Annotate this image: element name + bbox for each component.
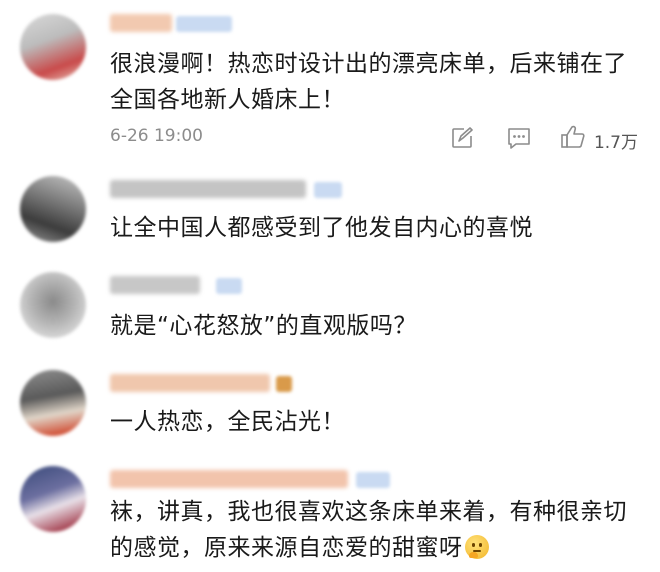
comment-text: 让全中国人都感受到了他发自内心的喜悦 — [110, 215, 533, 241]
comment-icon[interactable] — [506, 126, 532, 154]
comment-text: 很浪漫啊！热恋时设计出的漂亮床单，后来铺在了全国各地新人婚床上！ — [110, 51, 627, 113]
user-badge — [314, 182, 342, 198]
username-blurred[interactable] — [110, 14, 172, 32]
user-badge — [356, 472, 390, 488]
avatar[interactable] — [20, 176, 86, 242]
avatar[interactable] — [20, 466, 86, 532]
comment-text: 袜，讲真，我也很喜欢这条床单来着，有种很亲切的感觉，原来来源自恋爱的甜蜜呀 — [110, 494, 636, 566]
comment-item: 让全中国人都感受到了他发自内心的喜悦 — [0, 170, 660, 270]
comment-actions: 1.7万 — [410, 122, 660, 154]
username-blurred[interactable] — [110, 276, 200, 294]
username-blurred[interactable] — [110, 180, 306, 198]
user-badge — [216, 278, 242, 294]
comment-time: 6-26 19:00 — [110, 126, 203, 146]
username-blurred[interactable] — [110, 374, 270, 392]
user-badge — [276, 376, 292, 392]
comment-text-content: 袜，讲真，我也很喜欢这条床单来着，有种很亲切的感觉，原来来源自恋爱的甜蜜呀 — [110, 499, 627, 561]
like-count: 1.7万 — [593, 133, 638, 153]
comment-item: 一人热恋，全民沾光！ — [0, 364, 660, 460]
comment-text: 一人热恋，全民沾光！ — [110, 409, 345, 435]
comment-item: 袜，讲真，我也很喜欢这条床单来着，有种很亲切的感觉，原来来源自恋爱的甜蜜呀 — [0, 460, 660, 572]
avatar[interactable] — [20, 14, 86, 80]
comment-item: 很浪漫啊！热恋时设计出的漂亮床单，后来铺在了全国各地新人婚床上！ 6-26 19… — [0, 0, 660, 170]
avatar[interactable] — [20, 370, 86, 436]
avatar[interactable] — [20, 272, 86, 338]
thumbs-up-icon[interactable] — [560, 124, 586, 154]
share-edit-icon[interactable] — [450, 126, 474, 154]
comment-item: 就是“心花怒放”的直观版吗？ — [0, 264, 660, 360]
thinking-face-icon — [464, 535, 489, 559]
username-blurred[interactable] — [110, 470, 348, 488]
user-badge — [176, 16, 232, 32]
comment-text: 就是“心花怒放”的直观版吗？ — [110, 313, 417, 339]
